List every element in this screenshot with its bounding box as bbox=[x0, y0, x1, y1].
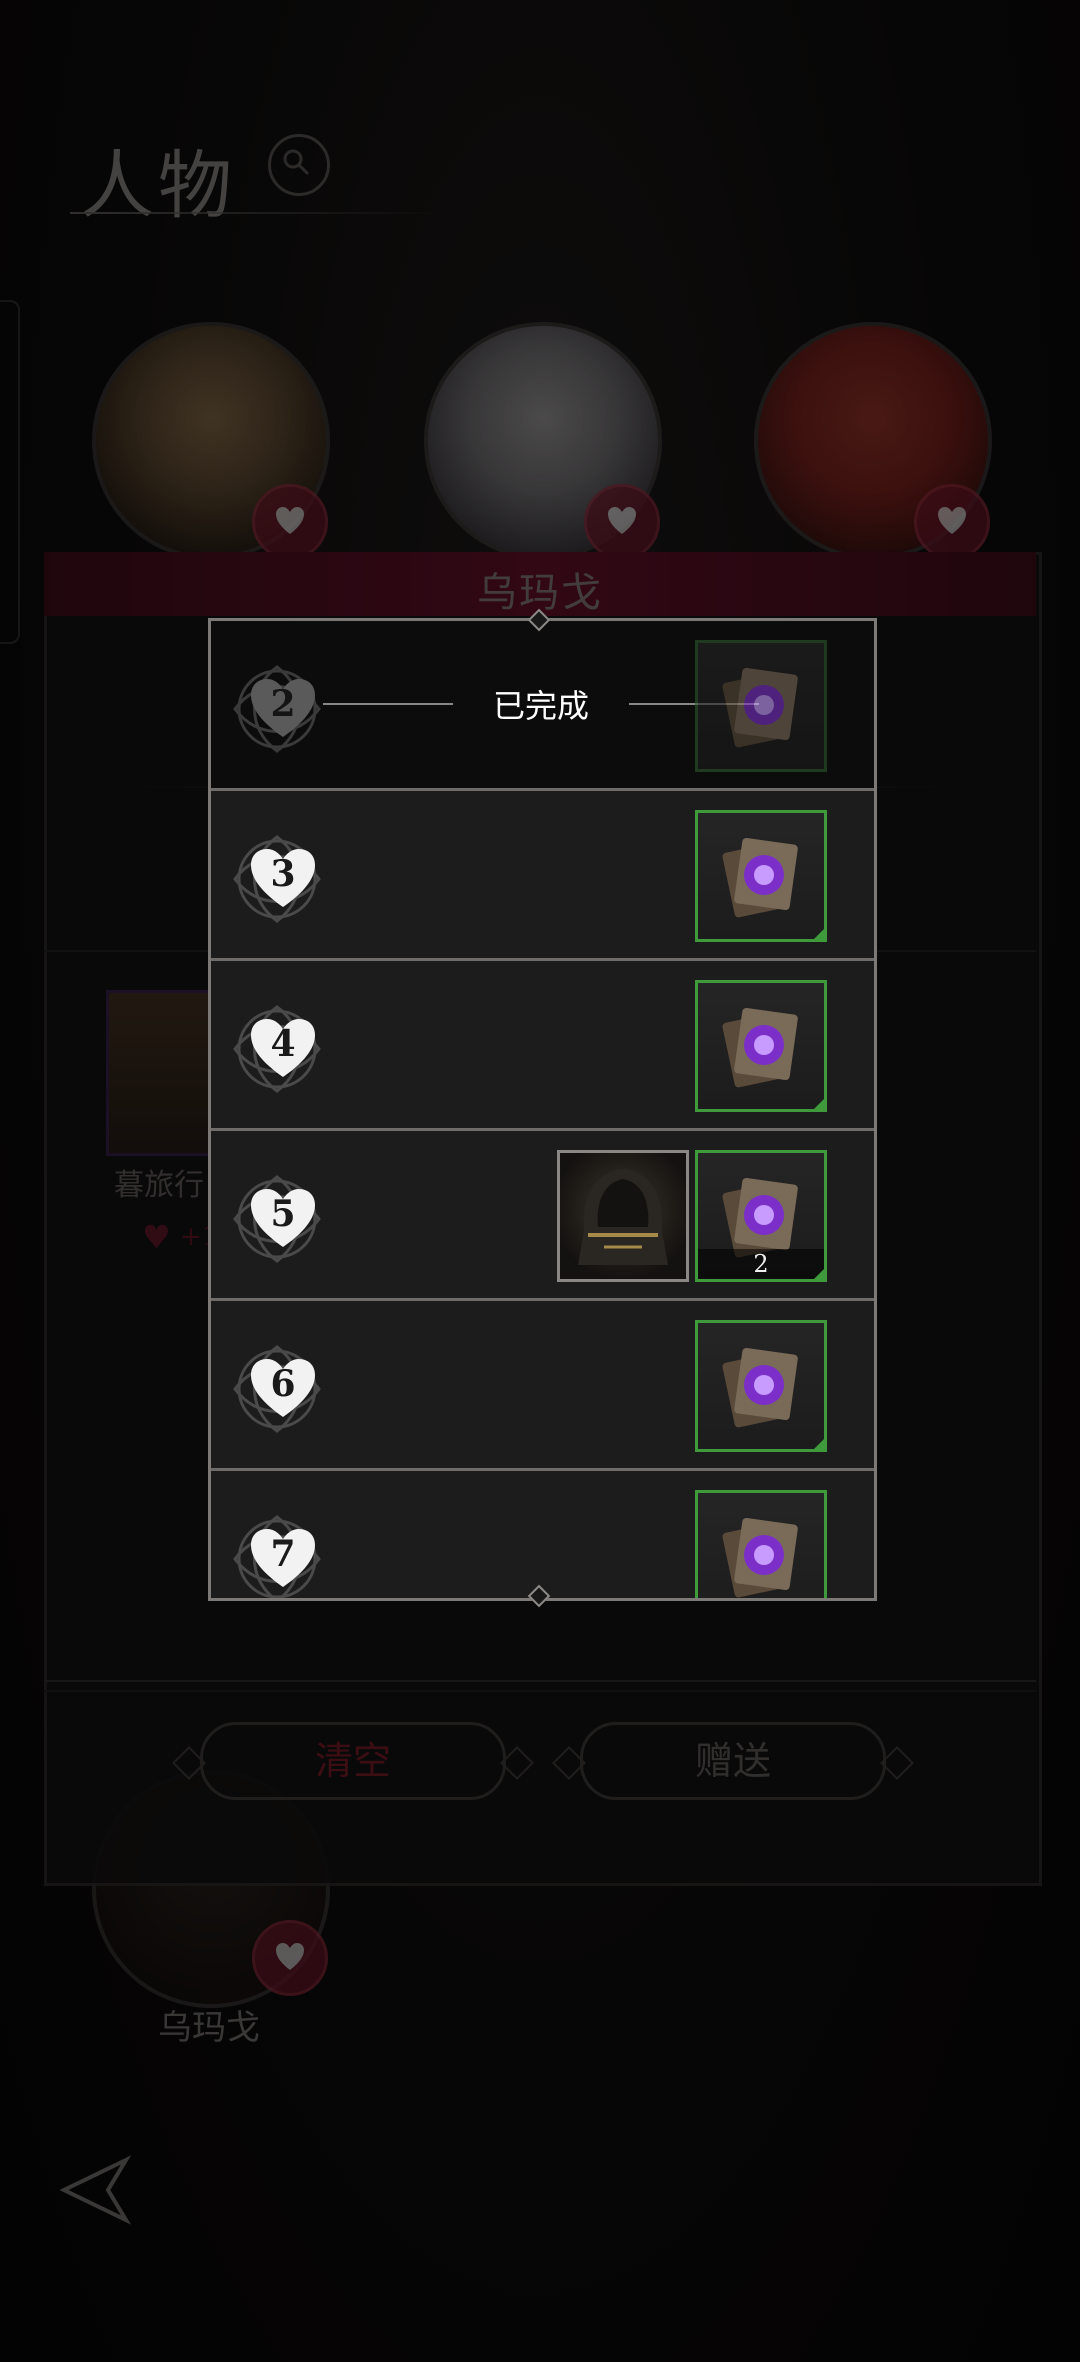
purple-card-pack-icon bbox=[722, 1517, 798, 1598]
reward-slot[interactable] bbox=[695, 640, 827, 772]
affection-level: 6 bbox=[270, 1363, 296, 1405]
reward-slot[interactable] bbox=[695, 1490, 827, 1598]
completed-status: 已完成 bbox=[492, 687, 589, 725]
reward-item-slot[interactable] bbox=[557, 1150, 689, 1282]
affection-level: 7 bbox=[270, 1533, 296, 1575]
reward-slot[interactable] bbox=[695, 810, 827, 942]
reward-slot[interactable] bbox=[695, 980, 827, 1112]
reward-slot[interactable] bbox=[695, 1320, 827, 1452]
reward-slot[interactable]: 2 bbox=[695, 1150, 827, 1282]
affection-level: 4 bbox=[270, 1023, 296, 1065]
affection-level: 5 bbox=[270, 1193, 296, 1235]
hooded-figure-icon bbox=[578, 1169, 668, 1265]
purple-card-pack-icon bbox=[722, 667, 798, 748]
purple-card-pack-icon bbox=[722, 1347, 798, 1428]
reward-row-level-5: 5 2 bbox=[211, 1131, 874, 1301]
reward-row-level-3: 3 bbox=[211, 791, 874, 961]
affection-reward-list[interactable]: 2 已完成 3 4 5 2 6 7 bbox=[208, 618, 877, 1601]
reward-row-level-4: 4 bbox=[211, 961, 874, 1131]
purple-card-pack-icon bbox=[722, 1007, 798, 1088]
reward-count: 2 bbox=[698, 1249, 824, 1279]
affection-level: 3 bbox=[270, 853, 296, 895]
divider-line bbox=[323, 703, 453, 705]
purple-card-pack-icon bbox=[722, 837, 798, 918]
affection-level: 2 bbox=[270, 683, 296, 725]
reward-row-level-6: 6 bbox=[211, 1301, 874, 1471]
reward-row-level-2: 2 已完成 bbox=[211, 621, 874, 791]
reward-row-level-7: 7 bbox=[211, 1471, 874, 1598]
